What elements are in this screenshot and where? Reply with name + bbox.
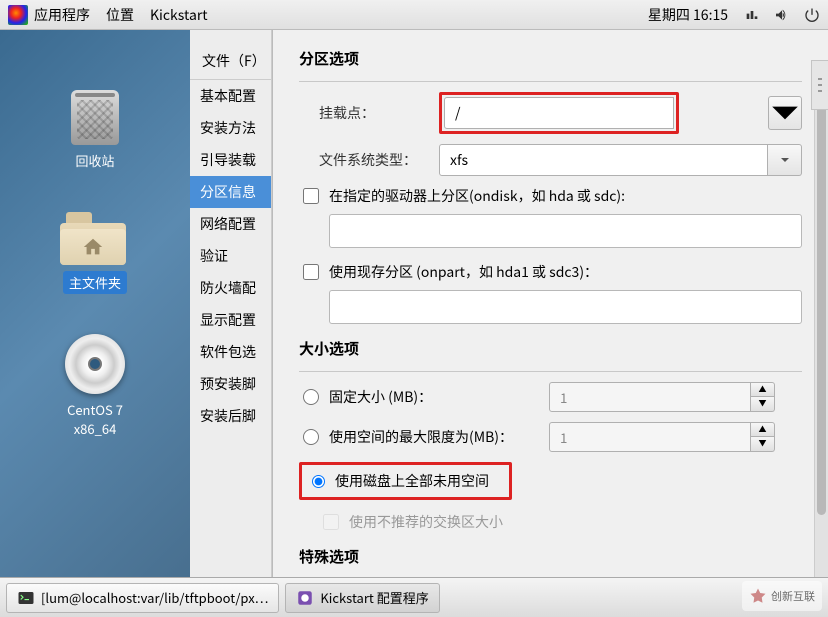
terminal-icon [17, 589, 35, 607]
system-tray [744, 7, 820, 23]
nav-firewall[interactable]: 防火墙配 [190, 272, 271, 304]
fixed-spin-up[interactable]: ▲ [751, 382, 775, 397]
menu-places[interactable]: 位置 [106, 5, 134, 25]
radio-all-space[interactable] [312, 475, 325, 488]
activities-icon[interactable] [8, 5, 28, 25]
dialog-scrollbar[interactable] [814, 75, 828, 577]
menu-applications[interactable]: 应用程序 [34, 5, 90, 25]
menu-appname[interactable]: Kickstart [150, 5, 208, 25]
radio-all-label: 使用磁盘上全部未用空间 [335, 471, 489, 491]
chk-ondisk[interactable] [303, 188, 319, 204]
mount-label: 挂载点： [319, 103, 439, 123]
partition-dialog: 分区选项 挂载点： 文件系统类型： [272, 30, 828, 577]
nav-list: 基本配置 安装方法 引导装载 分区信息 网络配置 验证 防火墙配 显示配置 软件… [190, 80, 271, 432]
max-spin-up[interactable]: ▲ [751, 422, 775, 437]
nav-display[interactable]: 显示配置 [190, 304, 271, 336]
folder-icon [60, 210, 130, 265]
separator [299, 81, 802, 82]
nav-basic[interactable]: 基本配置 [190, 80, 271, 112]
chk-swap-label: 使用不推荐的交换区大小 [349, 512, 503, 532]
volume-icon[interactable] [774, 7, 790, 23]
fs-input[interactable] [439, 144, 768, 176]
power-icon[interactable] [804, 7, 820, 23]
nav-install[interactable]: 安装方法 [190, 112, 271, 144]
row-fixed: 固定大小 (MB)： ▲ ▼ [299, 382, 802, 412]
disc-icon [65, 334, 125, 394]
fixed-spin-down[interactable]: ▼ [751, 397, 775, 412]
onpart-input[interactable] [329, 290, 802, 324]
desktop-icon-trash[interactable]: 回收站 [45, 90, 145, 170]
watermark: 创新互联 [742, 581, 822, 611]
row-ondisk: 在指定的驱动器上分区(ondisk，如 hda 或 sdc): [299, 186, 802, 206]
desktop-icon-disc[interactable]: CentOS 7 x86_64 [45, 334, 145, 438]
fs-dropdown-button[interactable] [768, 144, 802, 176]
chk-ondisk-label: 在指定的驱动器上分区(ondisk，如 hda 或 sdc): [329, 186, 625, 206]
side-tab-indicator[interactable] [811, 60, 828, 110]
nav-prescript[interactable]: 预安装脚 [190, 368, 271, 400]
row-mount: 挂载点： [299, 92, 802, 134]
radio-max-label: 使用空间的最大限度为(MB)： [329, 427, 549, 447]
watermark-text: 创新互联 [771, 588, 815, 604]
disc-label: CentOS 7 x86_64 [45, 400, 145, 438]
scroll-thumb[interactable] [817, 75, 826, 515]
clock[interactable]: 星期四 16:15 [648, 5, 728, 25]
kickstart-window: 文件（F） 基本配置 安装方法 引导装载 分区信息 网络配置 验证 防火墙配 显… [190, 30, 828, 577]
fixed-value-input[interactable] [549, 382, 751, 412]
watermark-icon [749, 587, 767, 605]
section-special-title: 特殊选项 [299, 546, 802, 567]
chevron-down-icon [769, 97, 801, 129]
radio-fixed[interactable] [303, 389, 319, 405]
max-spin-down[interactable]: ▼ [751, 437, 775, 452]
task-kickstart-label: Kickstart 配置程序 [320, 588, 428, 607]
row-onpart: 使用现存分区 (onpart，如 hda1 或 sdc3)： [299, 262, 802, 282]
window-sidebar: 文件（F） 基本配置 安装方法 引导装载 分区信息 网络配置 验证 防火墙配 显… [190, 30, 272, 577]
drag-handle-icon [816, 76, 824, 94]
task-terminal-label: [lum@localhost:var/lib/tftpboot/px… [41, 588, 268, 607]
fs-label: 文件系统类型： [319, 150, 439, 170]
row-swap: 使用不推荐的交换区大小 [319, 512, 802, 532]
section-partition-title: 分区选项 [299, 48, 802, 69]
file-menu[interactable]: 文件（F） [190, 30, 271, 80]
home-icon [82, 236, 104, 258]
nav-packages[interactable]: 软件包选 [190, 336, 271, 368]
desktop-icon-home[interactable]: 主文件夹 [45, 210, 145, 294]
nav-postscript[interactable]: 安装后脚 [190, 400, 271, 432]
home-label: 主文件夹 [63, 271, 127, 294]
radio-fixed-label: 固定大小 (MB)： [329, 387, 549, 407]
chk-onpart-label: 使用现存分区 (onpart，如 hda1 或 sdc3)： [329, 262, 598, 282]
task-terminal[interactable]: [lum@localhost:var/lib/tftpboot/px… [6, 583, 279, 613]
nav-network[interactable]: 网络配置 [190, 208, 271, 240]
trash-label: 回收站 [45, 151, 145, 170]
top-panel: 应用程序 位置 Kickstart 星期四 16:15 [0, 0, 828, 30]
row-fs: 文件系统类型： [299, 144, 802, 176]
nav-partition[interactable]: 分区信息 [190, 176, 271, 208]
section-size-title: 大小选项 [299, 338, 802, 359]
chk-swap [323, 514, 339, 530]
kickstart-icon [296, 589, 314, 607]
taskbar: [lum@localhost:var/lib/tftpboot/px… Kick… [0, 577, 828, 617]
radio-max[interactable] [303, 429, 319, 445]
mount-dropdown-button[interactable] [768, 96, 802, 130]
separator [299, 371, 802, 372]
chevron-down-icon [780, 155, 790, 165]
nav-auth[interactable]: 验证 [190, 240, 271, 272]
task-kickstart[interactable]: Kickstart 配置程序 [285, 583, 439, 613]
trash-icon [71, 90, 119, 145]
network-icon[interactable] [744, 7, 760, 23]
desktop: 回收站 主文件夹 CentOS 7 x86_64 [0, 30, 190, 577]
row-max: 使用空间的最大限度为(MB)： ▲ ▼ [299, 422, 802, 452]
ondisk-input[interactable] [329, 214, 802, 248]
highlight-mount [439, 92, 679, 134]
chk-onpart[interactable] [303, 264, 319, 280]
nav-boot[interactable]: 引导装载 [190, 144, 271, 176]
highlight-all-space: 使用磁盘上全部未用空间 [299, 462, 512, 500]
max-value-input[interactable] [549, 422, 751, 452]
mount-input[interactable] [444, 97, 674, 129]
